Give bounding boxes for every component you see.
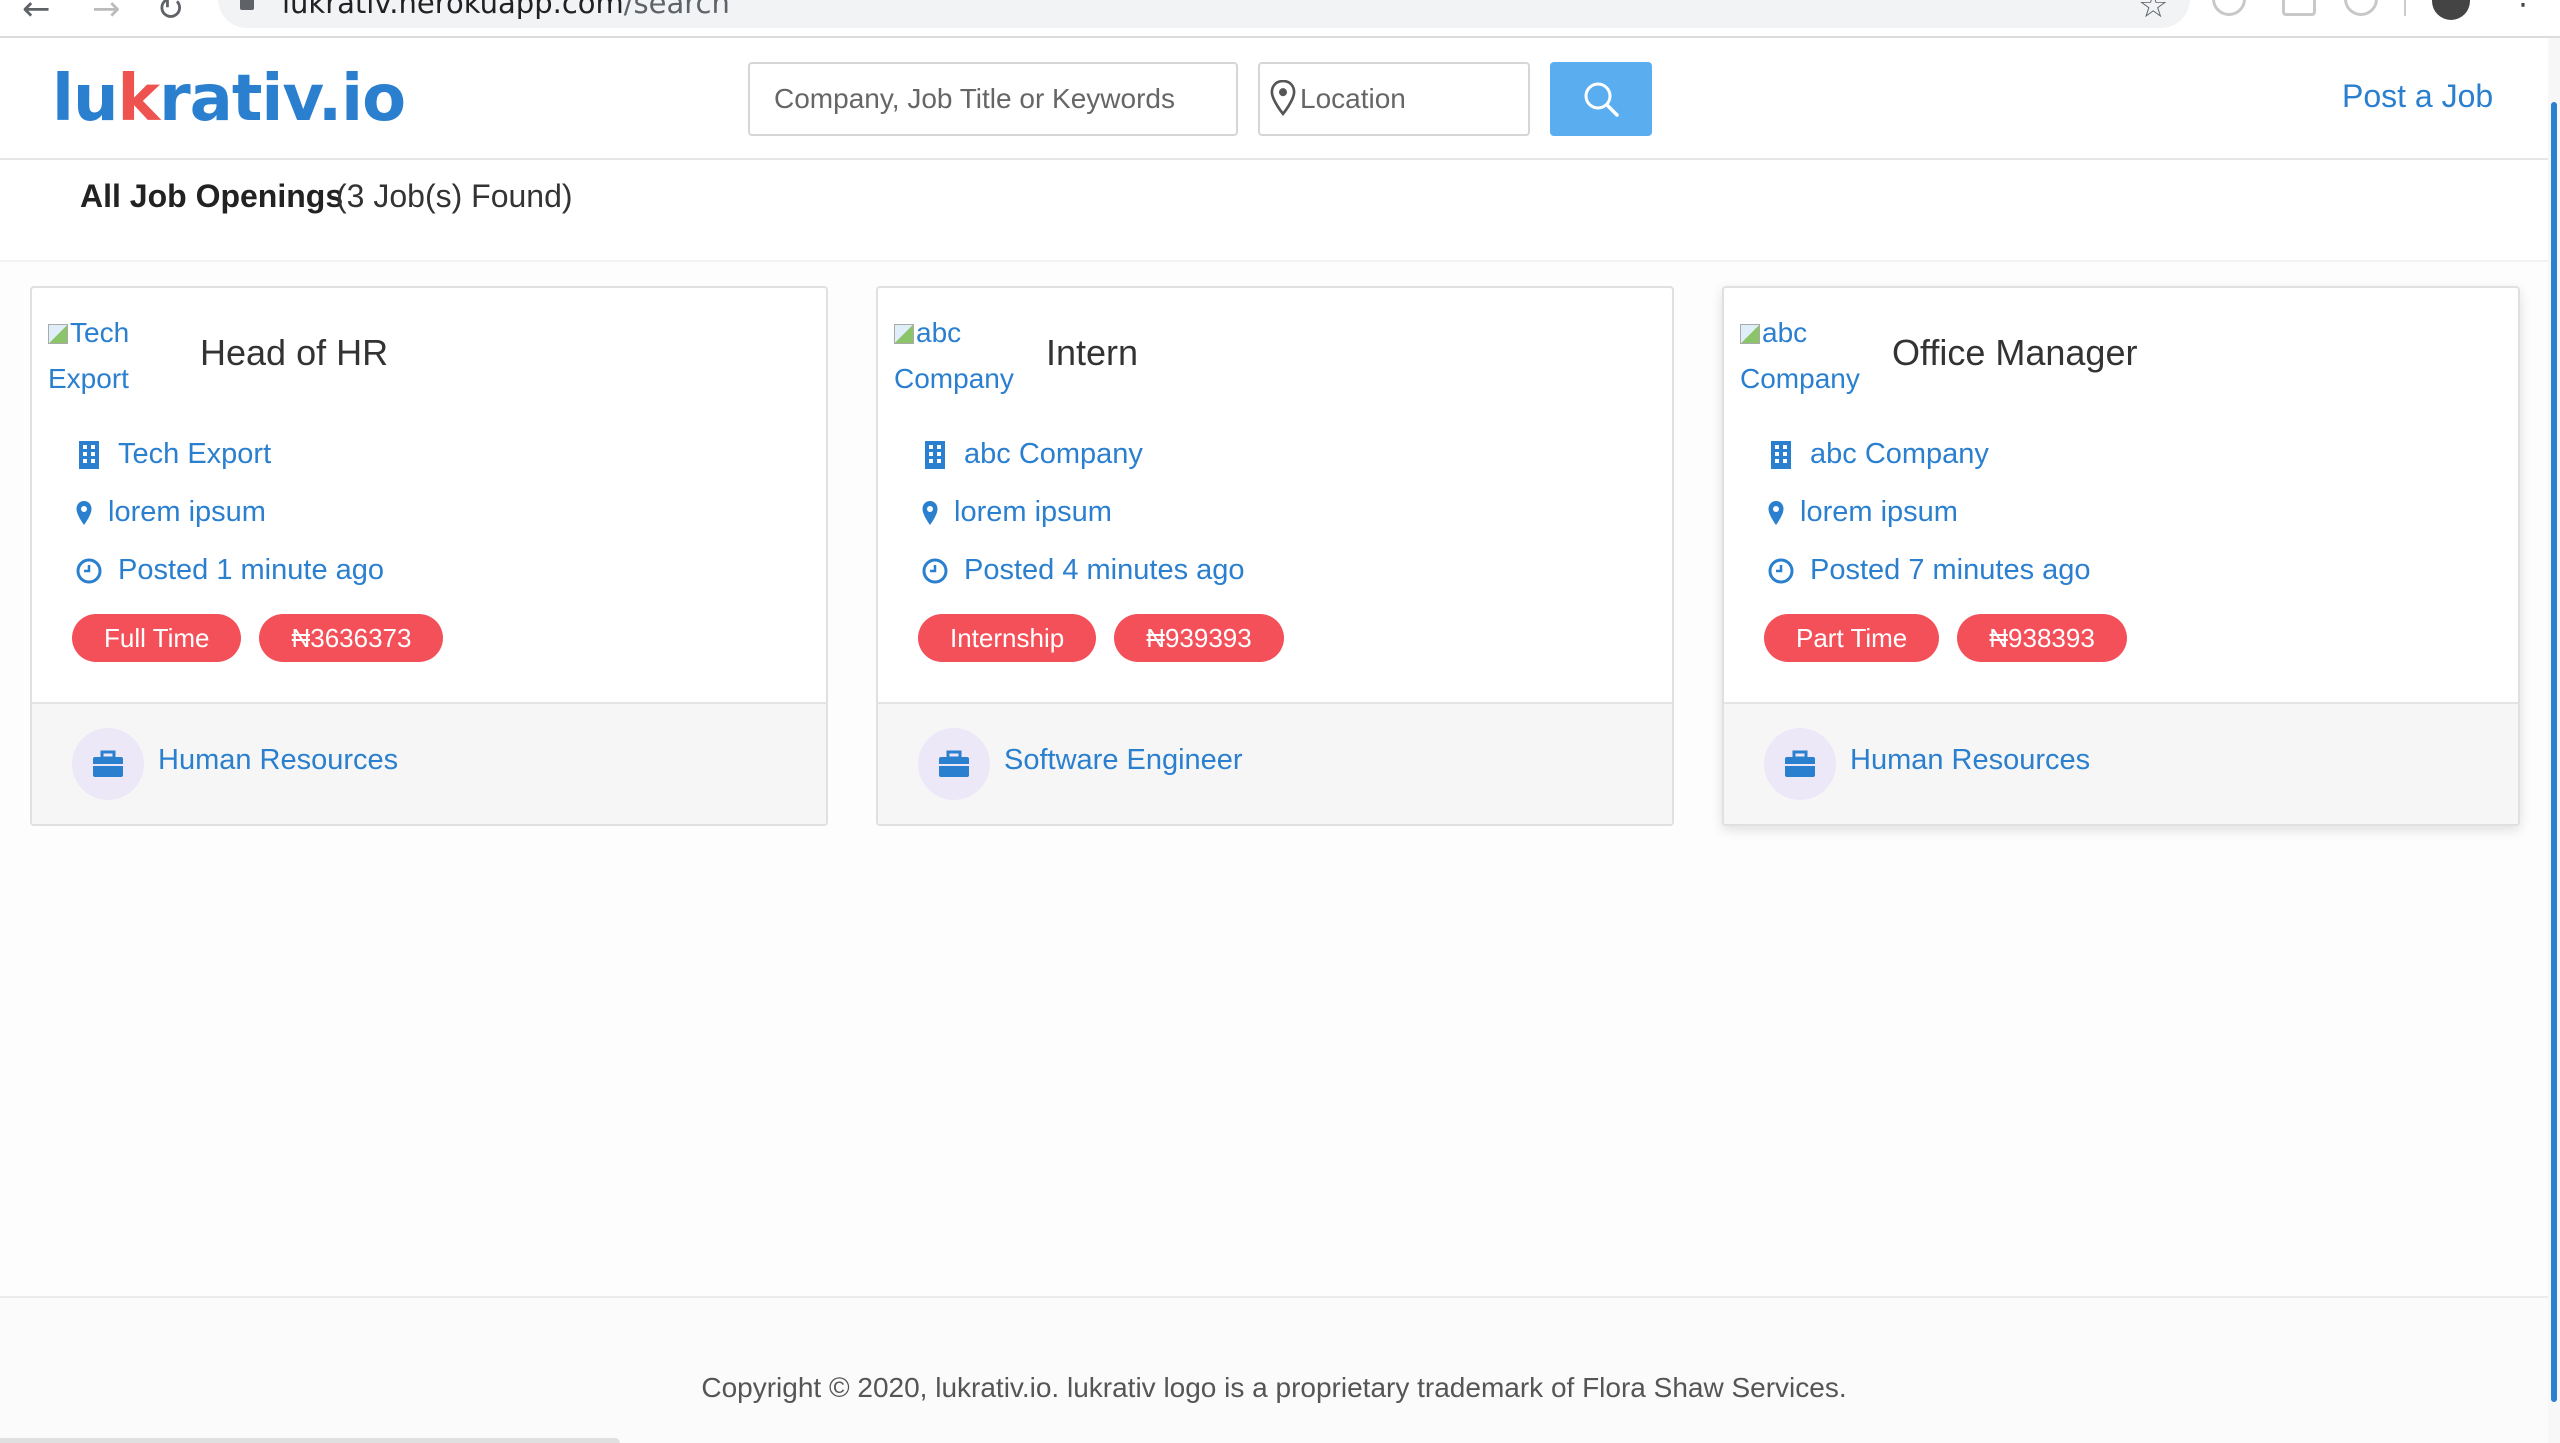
map-pin-icon [918,500,942,526]
job-category[interactable]: Software Engineer [1004,744,1243,777]
copyright-text: Copyright © 2020, lukrativ.io. lukrativ … [701,1372,1847,1403]
bookmark-star-icon[interactable]: ☆ [2138,0,2168,26]
briefcase-icon [1764,728,1836,800]
scrollbar-thumb[interactable] [2551,102,2557,1402]
site-header: lukrativ.io Post a Job [0,38,2548,160]
job-type-badge: Part Time [1764,614,1940,662]
site-footer: Copyright © 2020, lukrativ.io. lukrativ … [0,1296,2548,1443]
search-icon [1584,82,1619,117]
page-title: All Job Openings [80,178,344,214]
profile-avatar-icon[interactable] [2432,0,2470,20]
address-url[interactable]: lukrativ.herokuapp.com/search [282,0,730,20]
job-type-badge: Full Time [72,614,242,662]
map-pin-icon [1270,80,1296,116]
map-pin-icon [1764,500,1788,526]
clock-icon [1764,558,1798,584]
briefcase-icon [72,728,144,800]
page-scrollbar[interactable] [2548,38,2560,1443]
job-card[interactable]: abc Company Intern abc Company lorem ips… [876,286,1674,826]
forward-arrow-icon[interactable]: → [92,0,121,26]
job-company[interactable]: abc Company [918,438,1143,471]
job-title[interactable]: Head of HR [200,332,388,374]
post-job-link[interactable]: Post a Job [2342,78,2493,115]
job-badges: Internship ₦939393 [918,614,1284,662]
job-category[interactable]: Human Resources [1850,744,2090,777]
browser-toolbar: ← → ↻ lukrativ.herokuapp.com/search ☆ ⋮ [0,0,2560,38]
briefcase-icon [918,728,990,800]
company-logo-image[interactable]: abc Company [1740,310,1860,402]
salary-badge: ₦3636373 [259,614,444,662]
back-arrow-icon[interactable]: ← [22,0,51,26]
extension-icon[interactable] [2282,0,2316,16]
job-card-footer: Human Resources [1724,702,2518,824]
job-list: Tech Export Head of HR Tech Export lorem… [0,262,2548,1296]
job-type-badge: Internship [918,614,1097,662]
job-title[interactable]: Office Manager [1892,332,2137,374]
map-pin-icon [72,500,96,526]
lock-icon [240,0,254,10]
location-field[interactable] [1258,62,1530,136]
reload-icon[interactable]: ↻ [156,0,185,26]
results-count: (3 Job(s) Found) [336,178,573,214]
clock-icon [918,558,952,584]
clock-icon [72,558,106,584]
job-company[interactable]: Tech Export [72,438,271,471]
building-icon [918,440,952,470]
keyword-search-input[interactable] [748,62,1238,136]
extension-icon[interactable] [2212,0,2246,16]
job-location: lorem ipsum [72,496,266,529]
job-category[interactable]: Human Resources [158,744,398,777]
company-logo-image[interactable]: abc Company [894,310,1014,402]
download-shelf [0,1438,620,1443]
toolbar-divider [2404,0,2406,16]
job-company[interactable]: abc Company [1764,438,1989,471]
job-location: lorem ipsum [918,496,1112,529]
job-badges: Part Time ₦938393 [1764,614,2127,662]
job-posted-time: Posted 1 minute ago [72,554,384,587]
salary-badge: ₦938393 [1957,614,2127,662]
job-card-footer: Human Resources [32,702,826,824]
location-input[interactable] [1300,64,1528,134]
extension-icon[interactable] [2344,0,2378,16]
site-logo[interactable]: lukrativ.io [52,62,406,136]
job-posted-time: Posted 7 minutes ago [1764,554,2091,587]
company-logo-image[interactable]: Tech Export [48,310,168,402]
job-card-footer: Software Engineer [878,702,1672,824]
search-button[interactable] [1550,62,1652,136]
job-title[interactable]: Intern [1046,332,1138,374]
salary-badge: ₦939393 [1114,614,1284,662]
job-card[interactable]: abc Company Office Manager abc Company l… [1722,286,2520,826]
building-icon [72,440,106,470]
job-card[interactable]: Tech Export Head of HR Tech Export lorem… [30,286,828,826]
building-icon [1764,440,1798,470]
job-posted-time: Posted 4 minutes ago [918,554,1245,587]
job-location: lorem ipsum [1764,496,1958,529]
results-bar: All Job Openings (3 Job(s) Found) [0,160,2548,262]
job-badges: Full Time ₦3636373 [72,614,444,662]
